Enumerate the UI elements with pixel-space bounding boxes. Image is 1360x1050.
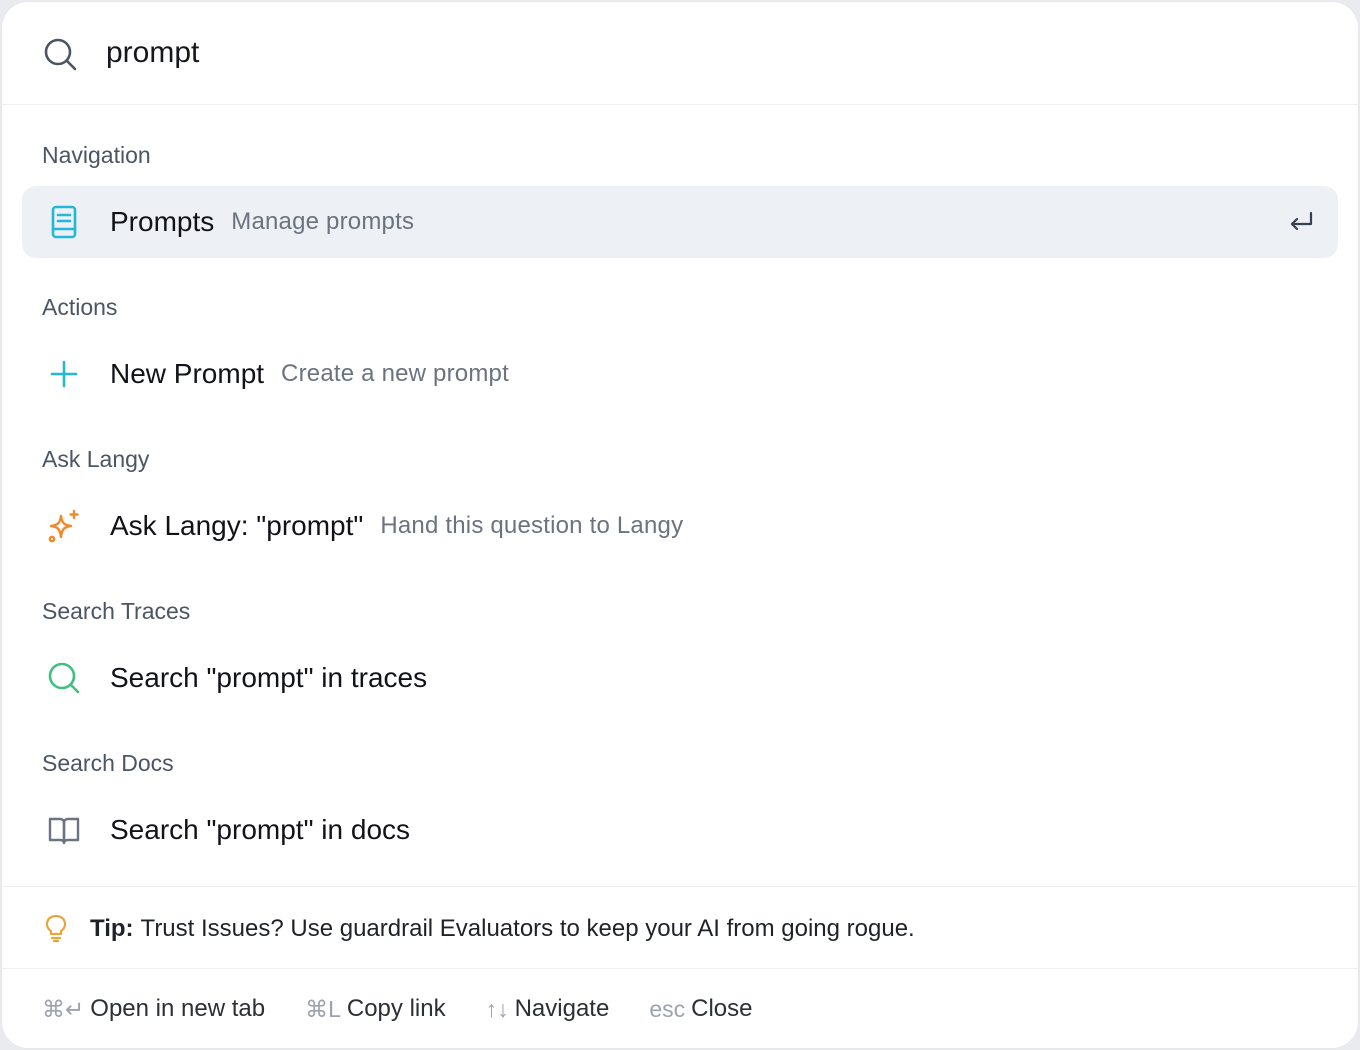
hint-label: Navigate [514, 995, 610, 1022]
result-label: New Prompt [110, 358, 265, 389]
tip-message: Trust Issues? Use guardrail Evaluators t… [140, 914, 915, 942]
result-description: Hand this question to Langy [380, 512, 684, 539]
result-label: Search "prompt" in docs [110, 814, 411, 845]
search-input[interactable] [106, 28, 1306, 78]
hint-key: ⌘↵ [42, 995, 85, 1022]
tip-prefix: Tip: [90, 914, 134, 942]
result-label: Search "prompt" in traces [110, 662, 428, 693]
result-label: Prompts [110, 206, 215, 237]
result-description: Create a new prompt [281, 360, 509, 387]
result-item-new-prompt[interactable]: New Prompt Create a new prompt [22, 338, 1338, 410]
book-icon [48, 817, 80, 845]
tip-text: Tip: Trust Issues? Use guardrail Evaluat… [90, 887, 915, 970]
enter-key-icon [1290, 211, 1313, 231]
result-item-prompts[interactable]: Prompts Manage prompts [22, 186, 1338, 258]
hint-key: ↑↓ [485, 995, 509, 1022]
result-item-search-traces[interactable]: Search "prompt" in traces [22, 642, 1338, 714]
group-title-actions: Actions [42, 294, 118, 320]
result-item-search-docs[interactable]: Search "prompt" in docs [22, 794, 1338, 866]
search-bar [2, 2, 1358, 105]
group-title-search-docs: Search Docs [42, 750, 174, 776]
hint-navigate: ↑↓ Navigate [486, 995, 610, 1023]
result-description: Manage prompts [231, 208, 415, 235]
result-item-ask-langy[interactable]: Ask Langy: "prompt" Hand this question t… [22, 490, 1338, 562]
hint-close: esc Close [649, 995, 752, 1023]
hint-label: Close [691, 995, 753, 1022]
hint-label: Open in new tab [90, 995, 266, 1022]
hint-copy-link: ⌘L Copy link [305, 995, 446, 1023]
command-palette: Navigation Prompts Manage prompts Action… [2, 2, 1358, 1048]
group-title-ask-langy: Ask Langy [42, 446, 150, 472]
group-title-navigation: Navigation [42, 142, 151, 168]
sparkle-icon [48, 509, 79, 543]
lightbulb-icon [45, 914, 67, 943]
hint-open-new-tab: ⌘↵ Open in new tab [42, 995, 265, 1023]
plus-icon [50, 360, 78, 388]
footer-hints: ⌘↵ Open in new tab ⌘L Copy link ↑↓ Navig… [42, 970, 792, 1048]
hint-label: Copy link [346, 995, 446, 1022]
result-label: Ask Langy: "prompt" [110, 510, 364, 541]
hint-key: esc [649, 995, 686, 1022]
search-icon [44, 38, 77, 71]
document-icon [51, 205, 77, 239]
hint-key: ⌘L [305, 995, 341, 1022]
search-icon [48, 662, 80, 694]
tip-bar: Tip: Trust Issues? Use guardrail Evaluat… [2, 886, 1358, 969]
group-title-search-traces: Search Traces [42, 598, 191, 624]
